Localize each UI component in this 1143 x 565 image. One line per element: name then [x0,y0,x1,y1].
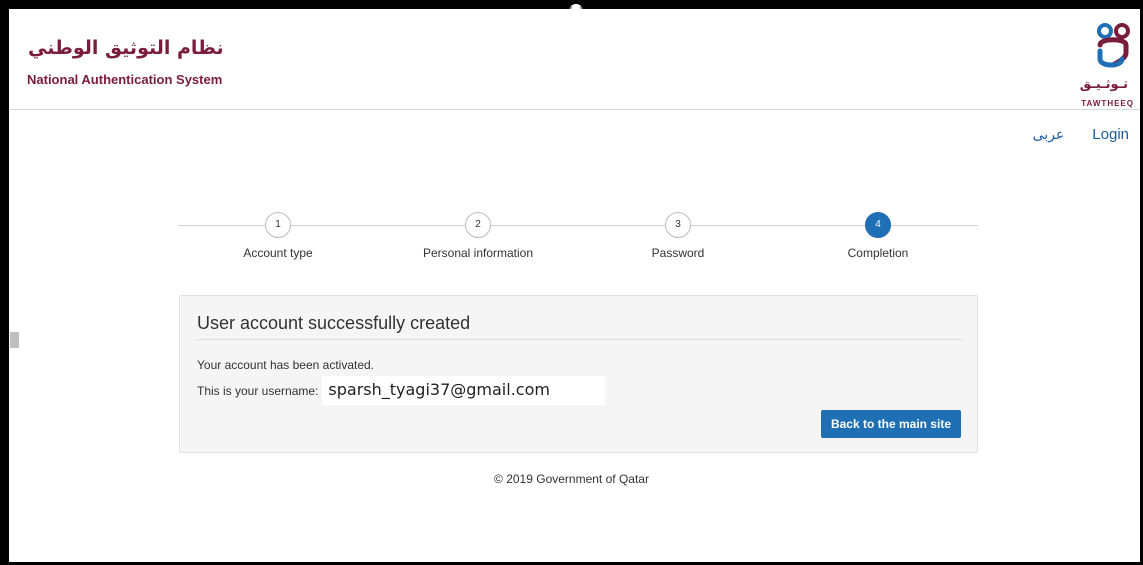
step-label: Personal information [422,246,534,260]
success-title: User account successfully created [197,313,471,333]
registration-stepper: 1 Account type 2 Personal information 3 … [178,212,978,272]
username-label: This is your username: [197,383,319,398]
success-card: User account successfully created Your a… [179,295,978,453]
step-number: 1 [265,212,291,238]
edge-artifact [10,332,19,348]
logo-mark-icon [1097,23,1130,68]
activation-message: Your account has been activated. [197,358,375,372]
language-switch-link[interactable]: عربى [1033,126,1065,143]
step-completion: 4 Completion [778,212,978,260]
logo-text-arabic: تـوثـيـق [1079,77,1128,92]
login-link[interactable]: Login [1092,126,1129,143]
brand-title-english[interactable]: National Authentication System [27,72,222,87]
step-account-type: 1 Account type [178,212,378,260]
logo-text-english: TAWTHEEQ [1081,99,1134,108]
card-divider [197,339,962,340]
step-label: Account type [243,246,313,260]
step-number: 4 [865,212,891,238]
step-number: 3 [665,212,691,238]
username-value: sparsh_tyagi37@gmail.com [322,376,606,405]
step-label: Password [651,246,705,260]
step-password: 3 Password [578,212,778,260]
top-navigation: عربى Login [1033,126,1129,143]
brand-title-arabic[interactable]: نظام التوثيق الوطني [28,37,224,59]
back-to-main-site-button[interactable]: Back to the main site [820,410,961,438]
step-personal-information: 2 Personal information [378,212,578,260]
step-number: 2 [465,212,491,238]
username-row: This is your username: sparsh_tyagi37@gm… [197,376,606,405]
page-footer: © 2019 Government of Qatar [0,472,1143,486]
tawtheeq-logo[interactable]: تـوثـيـق TAWTHEEQ [1064,23,1136,108]
site-header: نظام التوثيق الوطني National Authenticat… [9,9,1140,110]
copyright-text: © 2019 Government of Qatar [494,472,649,486]
step-label: Completion [847,246,909,260]
